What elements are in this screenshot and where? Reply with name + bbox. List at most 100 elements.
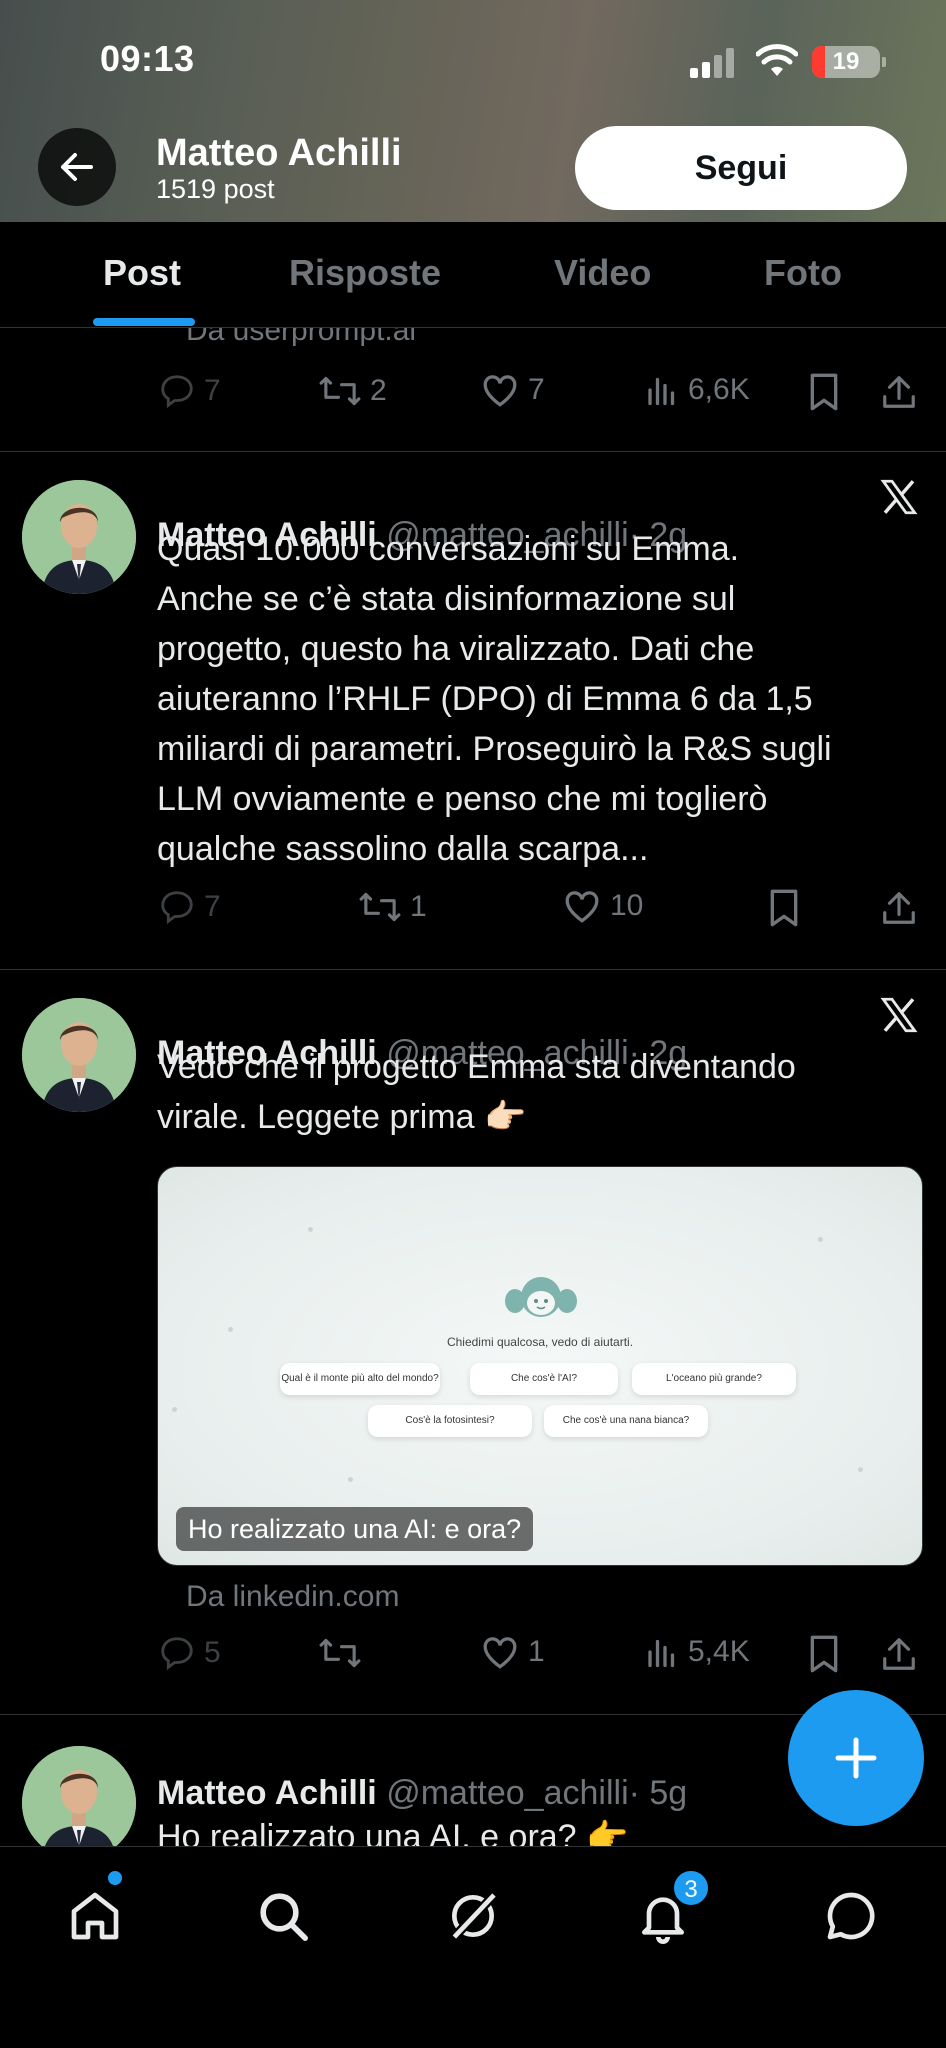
repost-icon xyxy=(359,892,401,922)
tab-risposte[interactable]: Risposte xyxy=(289,252,441,294)
like-button[interactable]: 10 xyxy=(562,888,643,924)
share-icon xyxy=(883,1638,915,1670)
tweet-divider xyxy=(0,451,946,452)
repost-button[interactable]: 2 xyxy=(318,372,387,410)
follow-button[interactable]: Segui xyxy=(575,126,907,210)
repost-count: 2 xyxy=(370,374,387,407)
nav-home[interactable] xyxy=(60,1881,130,1951)
reply-count: 5 xyxy=(204,1636,221,1669)
tweet-text-line: miliardi di parametri. Proseguirò la R&S… xyxy=(157,730,832,768)
reply-icon xyxy=(161,891,193,925)
wifi-icon xyxy=(755,44,799,83)
tweet-text-line: Quasi 10.000 conversazioni su Emma. xyxy=(157,530,740,568)
share-icon xyxy=(883,892,915,924)
views-count: 5,4K xyxy=(688,1635,750,1668)
avatar[interactable] xyxy=(22,998,136,1112)
home-unread-dot xyxy=(108,1871,122,1885)
profile-header: 09:13 19 Matteo Achilli 1519 post Segui xyxy=(0,0,946,222)
reply-button[interactable]: 7 xyxy=(158,372,221,410)
tweet-text-line: Vedo che il progetto Emma sta diventando xyxy=(157,1048,796,1086)
views-button[interactable]: 5,4K xyxy=(644,1634,750,1670)
share-icon xyxy=(883,376,915,408)
notifications-badge: 3 xyxy=(672,1869,710,1907)
x-logo-icon xyxy=(878,476,920,518)
tweet-media-card[interactable]: Chiedimi qualcosa, vedo di aiutarti. Qua… xyxy=(157,1166,923,1566)
profile-name: Matteo Achilli xyxy=(156,132,402,174)
suggestion-chip: Qual è il monte più alto del mondo? xyxy=(280,1363,440,1395)
suggestion-chip: Che cos'è una nana bianca? xyxy=(544,1405,708,1437)
link-source[interactable]: Da userprompt.ai xyxy=(186,328,416,348)
back-button[interactable] xyxy=(38,128,116,206)
battery-icon: 19 xyxy=(812,46,886,78)
views-icon xyxy=(648,377,675,406)
tweet-text: Vedo che il progetto Emma sta diventando… xyxy=(157,1042,917,1142)
x-logo-icon xyxy=(878,994,920,1036)
repost-button[interactable]: 1 xyxy=(358,888,427,926)
signal-icon xyxy=(690,46,734,78)
tweet-text: Quasi 10.000 conversazioni su Emma. Anch… xyxy=(157,524,917,874)
tab-video[interactable]: Video xyxy=(554,252,651,294)
repost-icon xyxy=(319,1638,361,1668)
nav-messages[interactable] xyxy=(816,1881,886,1951)
like-count: 1 xyxy=(528,1635,545,1668)
like-count: 10 xyxy=(610,889,644,922)
tweet-time: · 5g xyxy=(628,1774,688,1812)
tweet-text-line: qualche sassolino dalla scarpa... xyxy=(157,830,649,868)
views-icon xyxy=(648,1639,675,1668)
like-button[interactable]: 1 xyxy=(480,1634,545,1670)
active-tab-indicator xyxy=(93,318,195,326)
bookmark-button[interactable] xyxy=(806,1634,842,1674)
avatar[interactable] xyxy=(22,1746,136,1846)
chat-icon xyxy=(827,1892,875,1940)
reply-button[interactable]: 5 xyxy=(158,1634,221,1672)
reply-icon xyxy=(161,375,193,409)
reply-button[interactable]: 7 xyxy=(158,888,221,926)
media-caption: Ho realizzato una AI: e ora? xyxy=(176,1507,534,1551)
reply-count: 7 xyxy=(204,890,221,923)
views-button[interactable]: 6,6K xyxy=(644,372,750,408)
nav-grok[interactable] xyxy=(438,1881,508,1951)
tab-foto[interactable]: Foto xyxy=(764,252,842,294)
post-count: 1519 post xyxy=(156,174,275,204)
timeline[interactable]: Da userprompt.ai 7 2 7 6,6K Matteo Achil… xyxy=(0,328,946,1846)
author-name[interactable]: Matteo Achilli xyxy=(157,1774,377,1812)
avatar[interactable] xyxy=(22,480,136,594)
emma-logo-icon xyxy=(501,1267,581,1328)
profile-tabs: Post Risposte Video Foto xyxy=(0,222,946,328)
bookmark-icon xyxy=(810,1635,838,1673)
repost-icon xyxy=(319,376,361,406)
share-button[interactable] xyxy=(880,1634,918,1674)
tweet-text-line: aiuteranno l’RHLF (DPO) di Emma 6 da 1,5 xyxy=(157,680,813,718)
share-button[interactable] xyxy=(880,888,918,928)
share-button[interactable] xyxy=(880,372,918,412)
bookmark-button[interactable] xyxy=(766,888,802,928)
bookmark-icon xyxy=(770,889,798,927)
compose-button[interactable] xyxy=(788,1690,924,1826)
tweet-text-line: progetto, questo ha viralizzato. Dati ch… xyxy=(157,630,755,668)
like-button[interactable]: 7 xyxy=(480,372,545,408)
status-time: 09:13 xyxy=(100,38,195,79)
author-handle[interactable]: @matteo_achilli xyxy=(386,1774,628,1812)
plus-icon xyxy=(835,1737,877,1779)
tweet-actions: 7 2 7 6,6K xyxy=(0,372,946,422)
tab-post[interactable]: Post xyxy=(103,252,181,294)
repost-count: 1 xyxy=(410,890,427,923)
tweet-text-line: Ho realizzato una AI, e ora? 👉 xyxy=(157,1818,629,1846)
search-icon xyxy=(260,1893,308,1941)
tweet-author: Matteo Achilli @matteo_achilli· 5g xyxy=(157,1774,687,1813)
suggestion-chip: Cos'è la fotosintesi? xyxy=(368,1405,532,1437)
bookmark-button[interactable] xyxy=(806,372,842,412)
tweet-divider xyxy=(0,969,946,970)
heart-icon xyxy=(483,375,517,407)
heart-icon xyxy=(483,1637,517,1669)
nav-search[interactable] xyxy=(248,1881,318,1951)
grok-icon xyxy=(448,1889,500,1943)
reply-icon xyxy=(161,1637,193,1671)
bottom-navigation: 3 xyxy=(0,1846,946,2048)
suggestion-chip: Che cos'è l'AI? xyxy=(470,1363,618,1395)
link-source[interactable]: Da linkedin.com xyxy=(186,1580,399,1614)
tweet-text: Ho realizzato una AI, e ora? 👉 xyxy=(157,1812,917,1846)
views-count: 6,6K xyxy=(688,373,750,406)
tweet-actions: 5 1 5,4K xyxy=(0,1634,946,1684)
repost-button[interactable] xyxy=(318,1634,370,1672)
